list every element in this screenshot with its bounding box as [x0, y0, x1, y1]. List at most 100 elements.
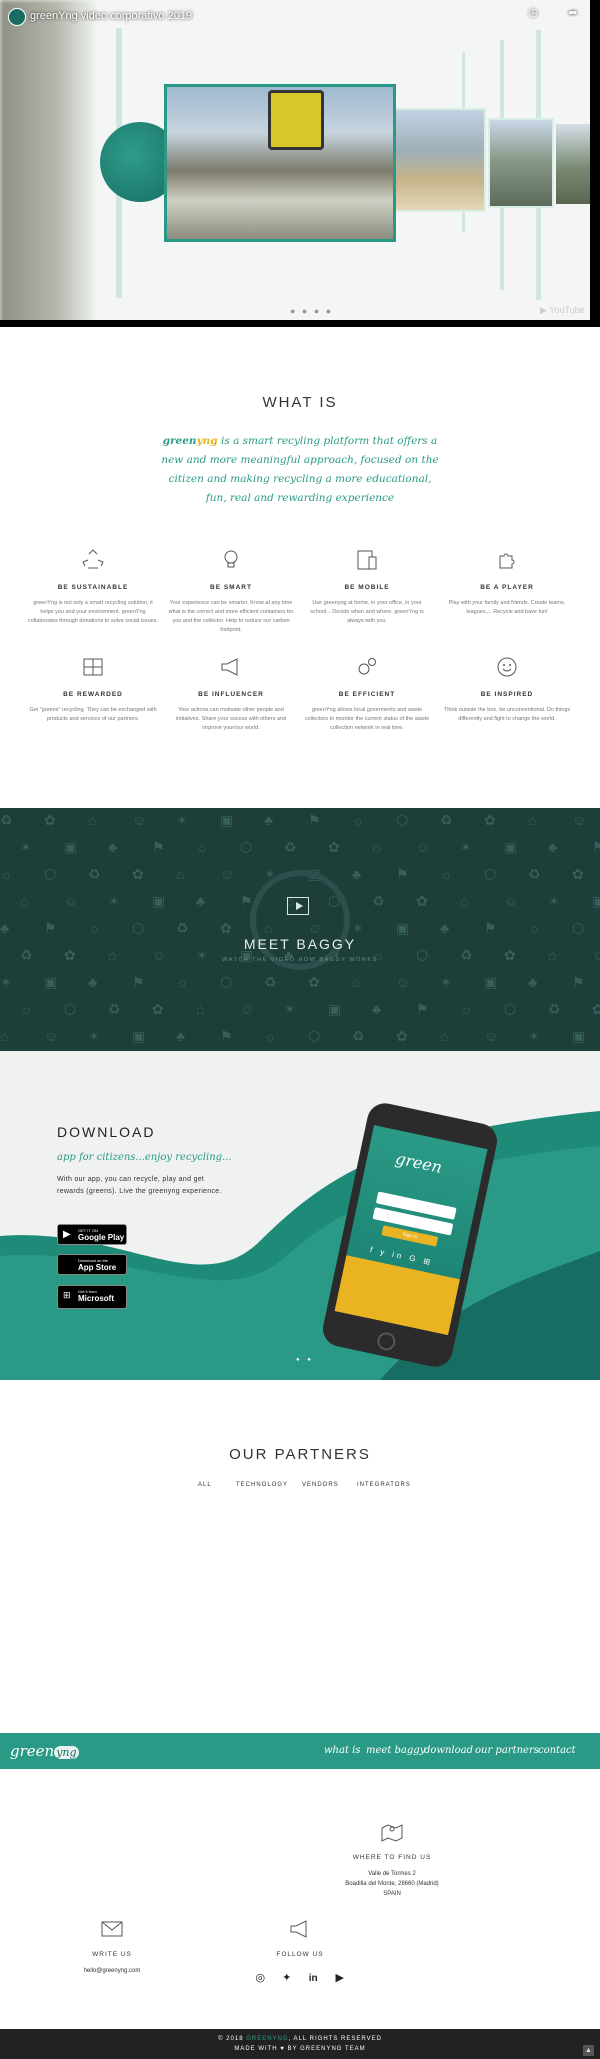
footer-logo[interactable]: green yng	[10, 1742, 79, 1760]
feature-text: Think outside the box, be unconventional…	[443, 707, 571, 722]
pattern-icon: ⬡	[132, 920, 145, 936]
megaphone-icon	[290, 1920, 307, 1938]
nav-contact[interactable]: contact	[538, 1745, 576, 1756]
email-link[interactable]: hello@greenyng.com	[42, 1966, 182, 1976]
pattern-icon: ♻	[0, 812, 13, 828]
play-video-button[interactable]	[287, 897, 309, 915]
twitter-icon[interactable]: ✦	[279, 1971, 295, 1984]
pattern-icon: ☼	[352, 812, 365, 828]
youtube-watermark[interactable]: ▶ YouTube	[540, 305, 585, 316]
mobile-icon	[357, 550, 377, 570]
partners-title: OUR PARTNERS	[229, 1446, 371, 1463]
nav-what-is[interactable]: what is	[324, 1745, 361, 1756]
partners-tab-all[interactable]: ALL	[198, 1482, 212, 1488]
nav-meet-baggy[interactable]: meet baggy	[366, 1745, 425, 1756]
pattern-icon: ✿	[44, 812, 56, 828]
chevron-up-icon: ▲	[585, 2047, 592, 2054]
feature-title: BE INSPIRED	[480, 691, 534, 698]
pattern-icon: ☼	[440, 866, 453, 882]
video-player[interactable]: greenYng video corporativo 2019 ◷ ➦ ● ● …	[0, 0, 600, 327]
pattern-icon: ▣	[152, 893, 166, 909]
wave-background	[0, 1111, 600, 1380]
contact-write-us: WRITE US hello@greenyng.com	[42, 1917, 182, 1976]
pattern-icon: ⌂	[440, 1028, 449, 1044]
app-store-button[interactable]: Download on the App Store	[57, 1254, 127, 1275]
envelope-icon	[101, 1921, 123, 1937]
baggy-title: MEET BAGGY	[243, 936, 357, 952]
bulldozer-graphic	[268, 90, 324, 150]
follow-title: FOLLOW US	[276, 1951, 324, 1958]
pattern-icon: ✿	[592, 1001, 600, 1017]
brand-green: green	[162, 435, 197, 447]
pattern-icon: ▣	[484, 974, 498, 990]
youtube-icon[interactable]: ▶	[332, 1971, 348, 1984]
pattern-icon: ♻	[352, 1028, 365, 1044]
pattern-icon: ✿	[416, 893, 428, 909]
instagram-icon[interactable]: ◎	[252, 1971, 268, 1984]
pattern-icon: ✿	[152, 1001, 164, 1017]
feature-title: BE INFLUENCER	[198, 691, 264, 698]
recycle-icon	[82, 549, 104, 569]
logo-badge: yng	[54, 1746, 79, 1759]
pattern-icon: ♣	[264, 812, 274, 828]
pattern-icon: ♻	[176, 920, 189, 936]
pattern-icon: ☼	[88, 920, 101, 936]
feature-influencer: BE INFLUENCER Your actions can motivate …	[166, 655, 296, 733]
partners-tab-integrators[interactable]: INTEGRATORS	[357, 1482, 411, 1488]
meet-baggy-section: ♻ ✿ ⌂ ☺ ✶ ▣ ♣ ⚑ ☼ ⬡ ♻ ✿ ⌂ ☺ ✶ ▣ ♣ ⚑ ☼ ⬡ ♻ ✿ ⌂ ☺ ✶ ▣ ♣ ⚑ ☼ ⬡ ♻ ✿ ⌂ ☺ ✶ ▣ ♣ ⚑ ☼ ⬡…	[0, 808, 600, 1051]
pattern-icon: ☺	[132, 812, 147, 828]
video-title[interactable]: greenYng video corporativo 2019	[30, 10, 192, 22]
pattern-icon: ♻	[108, 1001, 121, 1017]
watch-later-button[interactable]: ◷	[518, 6, 548, 19]
google-play-button[interactable]: ▶ GET IT ON Google Play	[57, 1224, 127, 1245]
pattern-icon: ♣	[108, 839, 118, 855]
linkedin-icon[interactable]: in	[305, 1973, 321, 1984]
video-thumbnail	[488, 118, 554, 208]
download-title: DOWNLOAD	[57, 1124, 156, 1140]
pattern-icon: ♣	[440, 920, 450, 936]
channel-avatar[interactable]	[8, 8, 26, 26]
pattern-icon: ☺	[220, 866, 235, 882]
pattern-icon: ✶	[440, 974, 452, 990]
address-line: Boadilla del Monte, 28660 (Madrid)	[345, 1881, 439, 1887]
pattern-icon: ✶	[548, 893, 560, 909]
video-blur-panel	[0, 0, 95, 327]
smile-icon	[497, 657, 517, 677]
pattern-icon: ✶	[284, 1001, 296, 1017]
pattern-icon: ☼	[176, 974, 189, 990]
google-play-icon: ▶	[63, 1229, 71, 1240]
partners-tab-vendors[interactable]: VENDORS	[302, 1482, 339, 1488]
pattern-icon: ⬡	[64, 1001, 77, 1017]
feature-sustainable: BE SUSTAINABLE greenYng is not only a sm…	[28, 548, 158, 626]
nav-our-partners[interactable]: our partners	[475, 1745, 539, 1756]
download-subtitle: app for citizens...enjoy recycling...	[57, 1152, 232, 1163]
microsoft-store-button[interactable]: ⊞ Get it from Microsoft	[57, 1285, 127, 1309]
feature-smart: BE SMART Your experience can be smarter.…	[166, 548, 296, 635]
pattern-icon: ⬡	[308, 1028, 321, 1044]
back-to-top-button[interactable]: ▲	[583, 2045, 594, 2056]
find-title: WHERE TO FIND US	[352, 1854, 432, 1861]
partners-tab-technology[interactable]: TECHNOLOGY	[236, 1482, 288, 1488]
pattern-icon: ♻	[440, 812, 453, 828]
share-button[interactable]: ➦	[558, 6, 588, 19]
pattern-icon: ☺	[572, 812, 587, 828]
copyright-brand[interactable]: GREENYNG	[246, 2036, 288, 2042]
feature-title: BE SMART	[210, 584, 252, 591]
pattern-icon: ✿	[220, 920, 232, 936]
carousel-dots[interactable]: ● ●	[296, 1357, 314, 1363]
pattern-icon: ✶	[20, 839, 32, 855]
pattern-icon: ♻	[88, 866, 101, 882]
pattern-icon: ✶	[108, 893, 120, 909]
pattern-icon: ▣	[220, 812, 234, 828]
pattern-icon: ✿	[328, 839, 340, 855]
pattern-icon: ♻	[528, 866, 541, 882]
pattern-icon: ✶	[0, 974, 12, 990]
contact-follow-us: FOLLOW US ◎ ✦ in ▶	[230, 1917, 370, 1986]
nav-download[interactable]: download	[424, 1745, 473, 1756]
pattern-icon: ♣	[196, 893, 206, 909]
pattern-icon: ☺	[44, 1028, 59, 1044]
whatis-title: WHAT IS	[262, 394, 338, 411]
pattern-icon: ▣	[132, 1028, 146, 1044]
feature-title: BE MOBILE	[344, 584, 390, 591]
pattern-icon: ▣	[592, 893, 600, 909]
